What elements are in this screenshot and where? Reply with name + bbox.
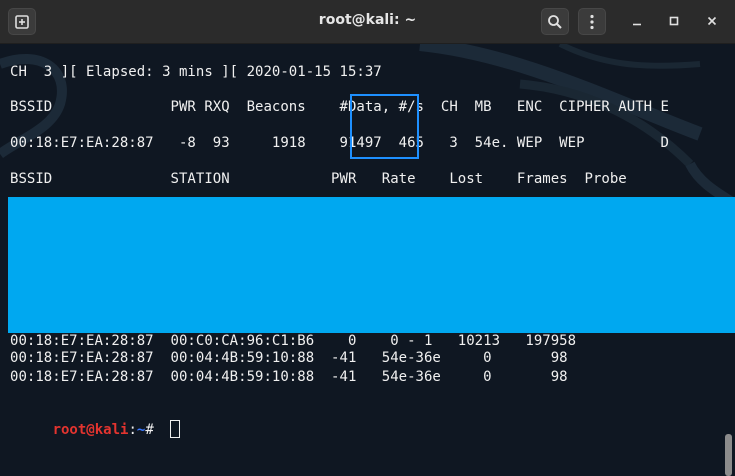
data-column-highlight [350, 94, 419, 159]
minimize-button[interactable] [628, 12, 646, 30]
scrollbar[interactable] [721, 44, 735, 476]
ap-table-header: BSSID PWR RXQ Beacons #Data, #/s CH MB E… [10, 99, 669, 115]
prompt-user-host: root@kali [52, 422, 129, 438]
station-row: 00:18:E7:EA:28:87 00:C0:CA:96:C1:B6 0 0 … [10, 333, 577, 349]
menu-button[interactable] [578, 8, 606, 35]
prompt-separator: : [128, 422, 137, 438]
window-title: root@kali: ~ [318, 12, 417, 28]
title-bar: root@kali: ~ [0, 0, 735, 44]
prompt-symbol: # [145, 422, 163, 438]
text-cursor [170, 420, 181, 438]
maximize-button[interactable] [665, 12, 683, 30]
search-button[interactable] [541, 8, 569, 35]
station-row: 00:18:E7:EA:28:87 00:04:4B:59:10:88 -41 … [10, 369, 568, 385]
shell-prompt: root@kali:~# [2, 404, 181, 454]
status-line: CH 3 ][ Elapsed: 3 mins ][ 2020-01-15 15… [10, 64, 382, 80]
scrollbar-thumb[interactable] [725, 434, 732, 476]
station-table-header: BSSID STATION PWR Rate Lost Frames Probe [10, 171, 627, 187]
kebab-menu-icon [590, 14, 594, 29]
ap-table-row: 00:18:E7:EA:28:87 -8 93 1918 91497 465 3… [10, 135, 669, 151]
close-button[interactable] [703, 12, 721, 30]
minimize-icon [633, 23, 641, 26]
terminal-area[interactable]: CH 3 ][ Elapsed: 3 mins ][ 2020-01-15 15… [0, 44, 735, 476]
maximize-icon [669, 16, 679, 26]
close-icon [707, 16, 717, 26]
terminal-window: root@kali: ~ CH 3][Elapsed: 3 mins][… [0, 0, 735, 476]
redaction-block [8, 197, 735, 333]
search-icon [548, 14, 562, 29]
station-row: 00:18:E7:EA:28:87 00:04:4B:59:10:88 -41 … [10, 350, 568, 366]
